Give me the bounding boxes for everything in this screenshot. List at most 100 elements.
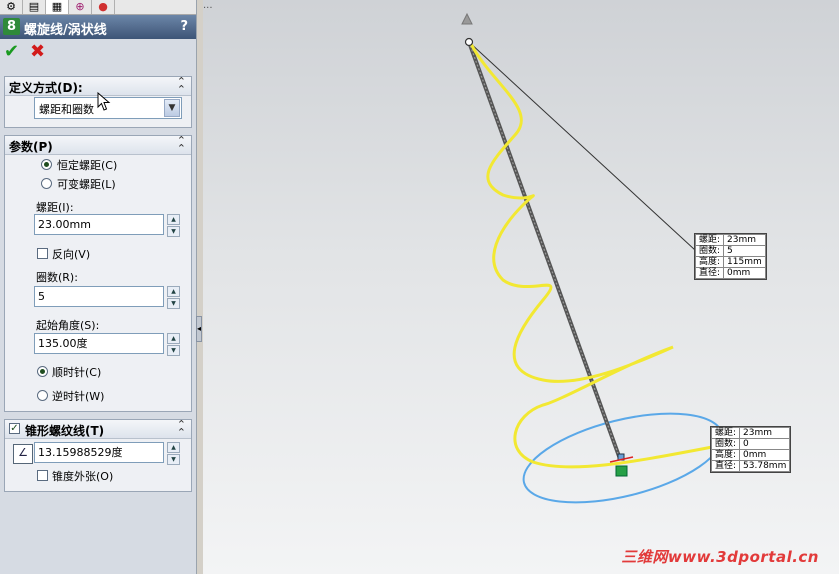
taper-helix-title: 锥形螺纹线(T) (25, 424, 105, 438)
spin-up-icon[interactable]: ▲ (167, 442, 180, 453)
callout-value: 115mm (723, 256, 766, 268)
start-angle-spinner[interactable]: ▲ ▼ (167, 333, 180, 356)
ok-button[interactable]: ✔ (4, 43, 22, 61)
chevron-down-icon[interactable]: ▼ (164, 99, 180, 117)
callout-row: 直径: 0mm (694, 267, 766, 279)
callout-key: 高度: (694, 256, 725, 268)
taper-angle-spinner[interactable]: ▲ ▼ (167, 442, 180, 465)
callout-value: 23mm (723, 234, 766, 246)
spin-down-icon[interactable]: ▼ (167, 226, 180, 237)
constant-pitch-label: 恒定螺距(C) (57, 159, 118, 172)
taper-outward-checkbox[interactable] (37, 470, 48, 481)
clockwise-radio[interactable] (37, 366, 48, 377)
taper-helix-header[interactable]: ✓ 锥形螺纹线(T) ⌃ ⌃ (5, 418, 191, 439)
property-manager-tab[interactable]: ▤ (23, 0, 46, 14)
helix-curve (469, 42, 725, 469)
callout-value: 0mm (739, 449, 791, 461)
feature-title-bar: 8 螺旋线/涡状线 ? (0, 15, 196, 39)
checkmark-icon: ✔ (4, 41, 20, 62)
appearance-icon: ● (98, 0, 108, 13)
callout-row: 螺距: 23mm (694, 234, 766, 246)
variable-pitch-radio[interactable] (41, 178, 52, 189)
callout-key: 直径: (710, 460, 741, 472)
callout-top: 螺距: 23mm 圈数: 5 高度: 115mm 直径: 0mm (694, 233, 767, 280)
dimxpert-tab[interactable]: ⊕ (69, 0, 92, 14)
helix-start-point (464, 37, 474, 47)
callout-key: 高度: (710, 449, 741, 461)
feature-manager-icon: ⚙ (6, 0, 16, 13)
configuration-tab[interactable]: ▦ (46, 0, 69, 14)
mouse-cursor-icon (97, 92, 111, 111)
start-angle-input[interactable]: 135.00度 (34, 333, 164, 354)
revolutions-input[interactable]: 5 (34, 286, 164, 307)
feature-manager-tab[interactable]: ⚙ (0, 0, 23, 14)
spin-up-icon[interactable]: ▲ (167, 286, 180, 297)
direction-arrow-icon (461, 12, 473, 25)
reverse-checkbox[interactable] (37, 248, 48, 259)
callout-key: 螺距: (710, 427, 741, 439)
feature-title: 螺旋线/涡状线 (24, 23, 107, 38)
callout-bottom: 螺距: 23mm 圈数: 0 高度: 0mm 直径: 53.78mm (710, 426, 792, 473)
parameters-title: 参数(P) (9, 140, 53, 154)
appearance-tab[interactable]: ● (92, 0, 115, 14)
taper-helix-checkbox[interactable]: ✓ (9, 423, 20, 434)
callout-leader-line (468, 41, 696, 251)
pitch-label: 螺距(I): (36, 201, 74, 214)
callout-row: 高度: 0mm (710, 449, 791, 461)
panel-tab-strip: ⚙ ▤ ▦ ⊕ ● (0, 0, 196, 15)
start-angle-label: 起始角度(S): (36, 319, 100, 332)
collapse-chevron-icon: ⌃ ⌃ (176, 134, 186, 155)
property-manager-panel: ⚙ ▤ ▦ ⊕ ● 8 螺旋线/涡状线 ? ✔ ✖ 定义方式(D): ⌃ ⌃ 螺距… (0, 0, 197, 574)
callout-key: 直径: (694, 267, 725, 279)
pitch-spinner[interactable]: ▲ ▼ (167, 214, 180, 237)
helix-feature-icon: 8 (3, 18, 20, 35)
callout-row: 圈数: 0 (710, 438, 791, 450)
configuration-icon: ▦ (51, 0, 63, 13)
constant-pitch-radio[interactable] (41, 159, 52, 170)
callout-key: 圈数: (710, 438, 741, 450)
panel-splitter[interactable]: ◂ (196, 316, 202, 342)
cancel-button[interactable]: ✖ (30, 43, 48, 61)
helix-axis-highlight (468, 41, 621, 460)
graphics-viewport[interactable]: ... 螺距: 23mm 圈数: 5 高度: 115mm 直径: 0mm 螺距: 23mm… (203, 0, 839, 574)
callout-top-table: 螺距: 23mm 圈数: 5 高度: 115mm 直径: 0mm (694, 234, 766, 279)
help-button[interactable]: ? (180, 19, 188, 34)
callout-key: 螺距: (694, 234, 725, 246)
pitch-input[interactable]: 23.00mm (34, 214, 164, 235)
define-by-title: 定义方式(D): (9, 81, 83, 95)
spin-down-icon[interactable]: ▼ (167, 454, 180, 465)
property-manager-icon: ▤ (28, 0, 40, 13)
spin-up-icon[interactable]: ▲ (167, 214, 180, 225)
counterclockwise-label: 逆时针(W) (52, 390, 105, 403)
callout-key: 圈数: (694, 245, 725, 257)
collapse-chevron-icon: ⌃ ⌃ (176, 75, 186, 96)
callout-row: 高度: 115mm (694, 256, 766, 268)
callout-value: 5 (723, 245, 766, 257)
close-icon: ✖ (30, 41, 46, 62)
revolutions-label: 圈数(R): (36, 271, 78, 284)
callout-row: 螺距: 23mm (710, 427, 791, 439)
origin-green-marker (615, 465, 628, 477)
parameters-header[interactable]: 参数(P) ⌃ ⌃ (5, 134, 191, 155)
dimxpert-icon: ⊕ (75, 0, 85, 13)
helix-preview-graphic[interactable] (203, 0, 839, 574)
callout-row: 圈数: 5 (694, 245, 766, 257)
counterclockwise-radio[interactable] (37, 390, 48, 401)
taper-angle-input[interactable]: 13.15988529度 (34, 442, 164, 463)
define-by-value: 螺距和圈数 (39, 103, 94, 116)
watermark-text: 三维网www.3dportal.cn (621, 548, 819, 566)
spin-down-icon[interactable]: ▼ (167, 298, 180, 309)
variable-pitch-label: 可变螺距(L) (57, 178, 116, 191)
revolutions-spinner[interactable]: ▲ ▼ (167, 286, 180, 309)
callout-value: 23mm (739, 427, 791, 439)
spin-up-icon[interactable]: ▲ (167, 333, 180, 344)
spin-down-icon[interactable]: ▼ (167, 345, 180, 356)
clockwise-label: 顺时针(C) (52, 366, 102, 379)
taper-angle-icon: ∠ (13, 444, 33, 464)
callout-value: 53.78mm (739, 460, 791, 472)
collapse-chevron-icon: ⌃ ⌃ (176, 418, 186, 439)
callout-value: 0 (739, 438, 791, 450)
callout-value: 0mm (723, 267, 766, 279)
callout-bottom-table: 螺距: 23mm 圈数: 0 高度: 0mm 直径: 53.78mm (710, 427, 791, 472)
callout-row: 直径: 53.78mm (710, 460, 791, 472)
